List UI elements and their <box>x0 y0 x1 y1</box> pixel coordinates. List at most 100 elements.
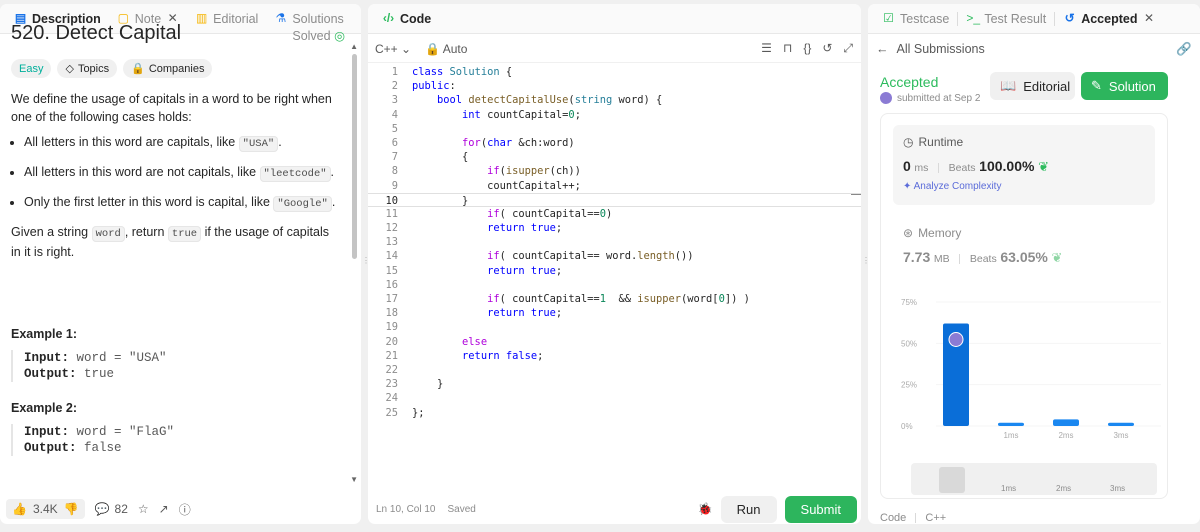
code-line[interactable]: 19 <box>368 320 861 334</box>
line-number: 15 <box>385 264 398 277</box>
difficulty-chip[interactable]: Easy <box>11 59 52 78</box>
tab-solutions[interactable]: ⚗ Solutions <box>268 12 349 26</box>
bug-icon[interactable]: 🐞 <box>698 502 713 516</box>
code-line[interactable]: 12 return true; <box>368 221 861 235</box>
chart-range-slider[interactable]: 1ms 2ms 3ms <box>911 463 1157 495</box>
code-text: } <box>412 378 444 391</box>
tab-submissions[interactable]: ↺ Su <box>354 12 361 26</box>
solution-button[interactable]: ✎ Solution <box>1081 72 1168 100</box>
code-line[interactable]: 17 if( countCapital==1 && isupper(word[0… <box>368 292 861 306</box>
chart-bar[interactable] <box>1108 422 1134 426</box>
topics-chip[interactable]: ◇ Topics <box>57 59 118 78</box>
format-icon[interactable]: ☰ <box>761 41 772 56</box>
comments-button[interactable]: 💬 82 <box>95 502 128 516</box>
example-2-block: Input: word = "FlaG" Output: false <box>11 424 174 456</box>
fullscreen-icon[interactable]: ⤢ <box>843 41 853 56</box>
close-icon[interactable]: ✕ <box>1142 12 1155 25</box>
all-submissions-link[interactable]: All Submissions <box>897 42 985 56</box>
y-tick-label: 0% <box>901 422 913 431</box>
mini-tick-label: 3ms <box>1110 484 1126 493</box>
code-line[interactable]: 24 <box>368 391 861 405</box>
code-editor[interactable]: 1 class Solution {2 public: 3 bool detectCa… <box>368 65 861 420</box>
chart-bar[interactable] <box>998 422 1024 426</box>
code-line[interactable]: 6 for(char &ch:word) <box>368 136 861 150</box>
code-line[interactable]: 1 class Solution { <box>368 65 861 79</box>
mini-tick-label: 1ms <box>1001 484 1017 493</box>
code-line[interactable]: 25}; <box>368 406 861 420</box>
line-number: 4 <box>391 108 398 121</box>
runtime-stats: 0 ms Beats 100.00% ❦ <box>903 158 1145 175</box>
code-line[interactable]: 7 { <box>368 150 861 164</box>
auto-mode[interactable]: 🔒 Auto <box>425 42 467 56</box>
runtime-value: 0 <box>903 158 911 174</box>
code-section-tabs: Code C++ <box>880 512 946 524</box>
code-line[interactable]: 23 } <box>368 377 861 391</box>
scroll-down-arrow[interactable]: ▼ <box>350 475 358 484</box>
avatar[interactable] <box>880 92 892 104</box>
range-window[interactable] <box>939 467 965 493</box>
run-button[interactable]: Run <box>720 495 777 523</box>
runtime-unit: ms <box>914 162 929 174</box>
x-tick-label: 1ms <box>1003 431 1018 440</box>
analyze-complexity-link[interactable]: ✦ Analyze Complexity <box>903 181 1145 192</box>
language-select[interactable]: C++ ⌄ <box>375 42 411 56</box>
memory-box[interactable]: ⊛ Memory 7.73 MB Beats 63.05% ❦ <box>903 226 1155 266</box>
right-resize-handle[interactable]: ⋮ <box>862 256 870 270</box>
editorial-button[interactable]: 📖 Editorial <box>990 72 1075 100</box>
tab-code[interactable]: ‹/› Code <box>376 12 437 26</box>
description-scrollbar[interactable] <box>352 54 357 259</box>
tab-editorial[interactable]: ▥ Editorial <box>189 12 264 26</box>
code-line[interactable]: 20 else <box>368 335 861 349</box>
code-line[interactable]: 3 bool detectCapitalUse(string word) { <box>368 93 861 107</box>
editorial-icon: ▥ <box>196 11 208 25</box>
star-icon[interactable]: ☆ <box>138 502 149 516</box>
arrow-left-icon[interactable]: ← <box>876 42 889 56</box>
thumbs-up-icon[interactable]: 👍 <box>12 502 27 516</box>
y-tick-label: 75% <box>901 298 917 307</box>
runtime-distribution-chart[interactable]: 75% 50% 25% 0% 1ms 2ms 3ms <box>881 294 1169 444</box>
memory-unit: MB <box>933 253 950 265</box>
reset-icon[interactable]: ↺ <box>822 41 832 56</box>
code-line[interactable]: 16 <box>368 278 861 292</box>
submit-button[interactable]: Submit <box>784 495 857 523</box>
share-icon[interactable]: ↗ <box>159 502 169 516</box>
code-line[interactable]: 8 if(isupper(ch)) <box>368 164 861 178</box>
code-line[interactable]: 2 public: <box>368 79 861 93</box>
chart-bar[interactable] <box>1053 419 1079 426</box>
tab-accepted[interactable]: ↺ Accepted ✕ <box>1057 12 1161 26</box>
code-line[interactable]: 15 return true; <box>368 264 861 278</box>
problem-description: We define the usage of capitals in a wor… <box>11 90 341 261</box>
scroll-up-arrow[interactable]: ▲ <box>350 42 358 51</box>
submission-nav: ← All Submissions 🔗 <box>868 35 1200 63</box>
left-resize-handle[interactable]: ⋮ <box>362 256 370 270</box>
link-icon[interactable]: 🔗 <box>1176 42 1192 57</box>
code-line[interactable]: 13 <box>368 235 861 249</box>
code-line[interactable]: 10 } <box>368 192 861 207</box>
help-icon[interactable]: ⓘ <box>179 501 191 518</box>
line-number: 23 <box>385 378 398 391</box>
companies-chip[interactable]: 🔒 Companies <box>123 59 213 78</box>
code-line[interactable]: 22 <box>368 363 861 377</box>
code-tab[interactable]: Code <box>880 512 906 524</box>
thumbs-down-icon[interactable]: 👎 <box>64 502 79 516</box>
code-line[interactable]: 5 <box>368 122 861 136</box>
braces-icon[interactable]: {} <box>803 41 811 56</box>
code-line[interactable]: 9 countCapital++; <box>368 179 861 193</box>
runtime-box[interactable]: ◷ Runtime 0 ms Beats 100.00% ❦ ✦ Analyze… <box>893 125 1155 205</box>
edit-icon: ✎ <box>1091 78 1102 93</box>
language-tab[interactable]: C++ <box>925 512 946 524</box>
code-line[interactable]: 14 if( countCapital== word.length()) <box>368 249 861 263</box>
code-line[interactable]: 11 if( countCapital==0) <box>368 207 861 221</box>
code-line[interactable]: 4 int countCapital=0; <box>368 108 861 122</box>
code-line[interactable]: 18 return true; <box>368 306 861 320</box>
tab-testcase[interactable]: ☑ Testcase <box>876 12 955 26</box>
bookmark-icon[interactable]: ⊓ <box>783 41 792 56</box>
code-text: return true; <box>487 264 563 277</box>
line-number: 13 <box>385 236 398 249</box>
code-line[interactable]: 21 return false; <box>368 349 861 363</box>
line-number: 1 <box>391 66 398 78</box>
tab-test-result[interactable]: >_ Test Result <box>960 12 1052 26</box>
memory-beats: 63.05% <box>1000 249 1048 265</box>
